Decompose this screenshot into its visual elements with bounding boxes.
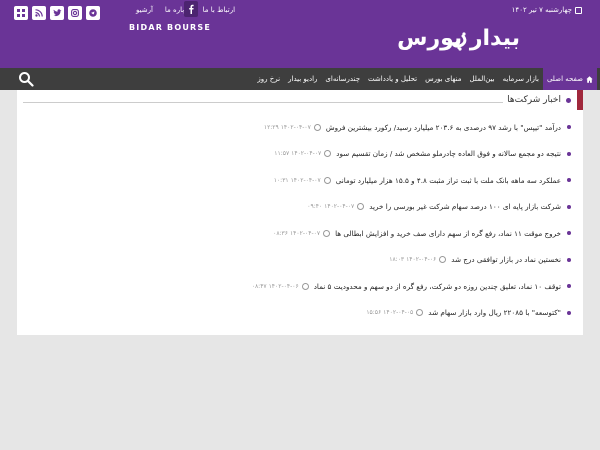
news-item: خروج موقت ۱۱ نماد، رفع گره از سهم دارای …	[23, 220, 571, 247]
date-text: چهارشنبه ۷ تیر ۱۴۰۲	[511, 6, 572, 14]
news-bullet	[567, 310, 571, 315]
search-icon[interactable]	[18, 71, 34, 87]
news-time: ۱۴۰۲-۰۴-۰۷ ۱۰:۳۱	[273, 176, 321, 184]
clock-icon	[301, 282, 309, 290]
facebook-icon[interactable]	[184, 1, 198, 17]
nav-item-analysis[interactable]: تحلیل و یادداشت	[364, 68, 421, 90]
clock-icon	[323, 176, 331, 184]
news-time: ۱۴۰۲-۰۴-۰۷ ۰۸:۳۶	[273, 229, 321, 237]
news-bullet	[567, 231, 571, 236]
nav-label-home: صفحه اصلی	[546, 75, 583, 83]
clock-icon	[416, 309, 424, 317]
clock-icon	[357, 203, 365, 211]
brand-english: BIDAR BOURSE	[129, 23, 212, 32]
company-news-panel: اخبار شرکت‌ها درآمد "تیپس" با رشد ۹۷ درص…	[17, 90, 583, 335]
nav-item-rates[interactable]: نرخ روز	[253, 68, 284, 90]
top-link-contact[interactable]: ارتباط با ما	[203, 6, 235, 14]
section-title-text[interactable]: اخبار شرکت‌ها	[507, 95, 561, 105]
site-logo[interactable]: بیدار بورس	[397, 26, 520, 51]
calendar-icon	[575, 6, 582, 14]
main-nav: صفحه اصلی بازار سرمایه بین‌الملل منهای ب…	[0, 68, 600, 90]
news-list: درآمد "تیپس" با رشد ۹۷ درصدی به ۲۰۳.۶ می…	[23, 114, 571, 326]
section-title: اخبار شرکت‌ها	[507, 95, 571, 105]
nav-item-capital-market[interactable]: بازار سرمایه	[499, 68, 543, 90]
news-bullet	[567, 125, 571, 130]
news-title[interactable]: درآمد "تیپس" با رشد ۹۷ درصدی به ۲۰۳.۶ می…	[326, 123, 561, 132]
news-bullet	[567, 151, 571, 156]
nav-item-home[interactable]: صفحه اصلی	[542, 68, 597, 90]
rss-icon[interactable]	[32, 6, 46, 20]
news-title[interactable]: عملکرد سه ماهه بانک ملت با ثبت تراز مثبت…	[336, 176, 561, 185]
clock-icon	[324, 150, 332, 158]
news-item: درآمد "تیپس" با رشد ۹۷ درصدی به ۲۰۳.۶ می…	[23, 114, 571, 141]
news-title[interactable]: خروج موقت ۱۱ نماد، رفع گره از سهم دارای …	[335, 229, 561, 238]
nav-item-international[interactable]: بین‌الملل	[466, 68, 499, 90]
nav-item-radio[interactable]: رادیو بیدار	[284, 68, 321, 90]
news-title[interactable]: توقف ۱۰ نماد، تعلیق چندین روزه دو شرکت، …	[314, 282, 561, 291]
clock-icon	[439, 256, 447, 264]
nav-item-non-bourse[interactable]: منهای بورس	[421, 68, 465, 90]
social-links	[14, 1, 198, 20]
section-divider	[23, 102, 503, 103]
news-time: ۱۴۰۲-۰۴-۰۷ ۱۲:۲۹	[263, 123, 311, 131]
telegram-icon[interactable]	[86, 6, 100, 20]
news-item: توقف ۱۰ نماد، تعلیق چندین روزه دو شرکت، …	[23, 273, 571, 300]
news-title[interactable]: شرکت بازار پایه ای ۱۰۰ درصد سهام شرکت غی…	[369, 202, 561, 211]
news-item: "کتوسعه" با ۲۲۰۸۵ ریال وارد بازار سهام ش…	[23, 300, 571, 327]
news-title[interactable]: "کتوسعه" با ۲۲۰۸۵ ریال وارد بازار سهام ش…	[428, 308, 561, 317]
clock-icon	[313, 123, 321, 131]
twitter-icon[interactable]	[50, 6, 64, 20]
menu-icon[interactable]	[14, 6, 28, 20]
news-title[interactable]: نتیجه دو مجمع سالانه و فوق العاده چادرمل…	[336, 149, 561, 158]
news-time: ۱۴۰۲-۰۴-۰۷ ۱۱:۵۷	[274, 150, 322, 158]
news-time: ۱۴۰۲-۰۴-۰۵ ۱۵:۵۶	[366, 309, 414, 317]
news-bullet	[567, 257, 571, 262]
news-time: ۱۴۰۲-۰۴-۰۷ ۰۹:۴۰	[307, 203, 355, 211]
clock-icon	[323, 229, 331, 237]
site-header: چهارشنبه ۷ تیر ۱۴۰۲ ارتباط با ما درباره …	[0, 0, 600, 68]
news-item: عملکرد سه ماهه بانک ملت با ثبت تراز مثبت…	[23, 167, 571, 194]
news-item: شرکت بازار پایه ای ۱۰۰ درصد سهام شرکت غی…	[23, 194, 571, 221]
section-dot	[566, 97, 571, 103]
news-item: نتیجه دو مجمع سالانه و فوق العاده چادرمل…	[23, 141, 571, 168]
news-time: ۱۴۰۲-۰۴-۰۶ ۱۸:۰۳	[389, 256, 437, 264]
instagram-icon[interactable]	[68, 6, 82, 20]
section-accent	[577, 90, 583, 110]
news-bullet	[567, 204, 571, 209]
nav-item-multimedia[interactable]: چندرسانه‌ای	[321, 68, 364, 90]
home-icon	[586, 75, 593, 83]
news-bullet	[567, 284, 571, 289]
header-date: چهارشنبه ۷ تیر ۱۴۰۲	[512, 6, 582, 14]
news-time: ۱۴۰۲-۰۴-۰۶ ۰۸:۴۷	[251, 282, 299, 290]
news-title[interactable]: نخستین نماد در بازار توافقی درج شد	[451, 255, 561, 264]
news-item: نخستین نماد در بازار توافقی درج شد ۱۴۰۲-…	[23, 247, 571, 274]
news-bullet	[567, 178, 571, 183]
